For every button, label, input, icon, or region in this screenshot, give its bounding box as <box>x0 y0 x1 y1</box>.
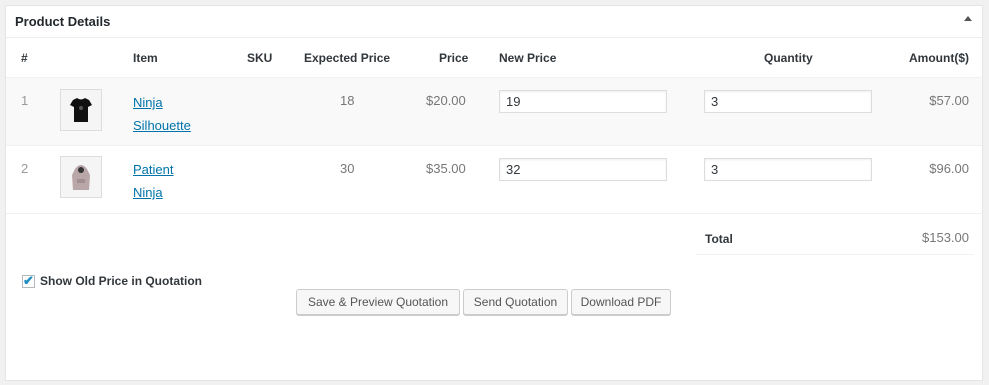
quantity-input[interactable] <box>704 90 872 113</box>
product-details-panel: Product Details # Item SKU Expected Pric… <box>5 5 983 381</box>
header-amount: Amount($) <box>909 51 969 65</box>
collapse-arrow-icon[interactable] <box>964 16 972 21</box>
save-preview-quotation-button[interactable]: Save & Preview Quotation <box>296 289 460 315</box>
header-item: Item <box>133 51 158 65</box>
product-name: Patient Ninja <box>133 158 173 204</box>
header-index: # <box>21 51 28 65</box>
header-price: Price <box>439 51 469 65</box>
divider <box>696 254 974 255</box>
price-value: $35.00 <box>426 161 466 176</box>
expected-price-value: 30 <box>340 161 355 176</box>
header-quantity: Quantity <box>764 51 813 65</box>
product-link[interactable]: Ninja <box>133 181 173 204</box>
row-index: 1 <box>21 93 29 108</box>
panel-header[interactable]: Product Details <box>6 6 982 38</box>
total-value: $153.00 <box>922 230 969 245</box>
header-sku: SKU <box>247 51 273 65</box>
panel-title: Product Details <box>15 14 111 29</box>
expected-price-value: 18 <box>340 93 355 108</box>
product-name: Ninja Silhouette <box>133 91 191 137</box>
send-quotation-button[interactable]: Send Quotation <box>463 289 568 315</box>
quantity-input[interactable] <box>704 158 872 181</box>
header-new-price: New Price <box>499 51 557 65</box>
tshirt-icon <box>60 89 102 131</box>
show-old-price-checkbox[interactable]: ✔ <box>22 273 35 288</box>
header-expected-price: Expected Price <box>304 51 391 65</box>
new-price-input[interactable] <box>499 90 667 113</box>
show-old-price-label: Show Old Price in Quotation <box>40 274 203 288</box>
amount-value: $57.00 <box>929 93 969 108</box>
product-link[interactable]: Ninja <box>133 91 191 114</box>
product-link[interactable]: Patient <box>133 158 173 181</box>
download-pdf-button[interactable]: Download PDF <box>571 289 671 315</box>
row-index: 2 <box>21 161 29 176</box>
checkmark-icon: ✔ <box>23 273 34 288</box>
new-price-input[interactable] <box>499 158 667 181</box>
total-label: Total <box>705 232 733 246</box>
amount-value: $96.00 <box>929 161 969 176</box>
price-value: $20.00 <box>426 93 466 108</box>
product-link[interactable]: Silhouette <box>133 114 191 137</box>
hoodie-icon <box>60 156 102 198</box>
